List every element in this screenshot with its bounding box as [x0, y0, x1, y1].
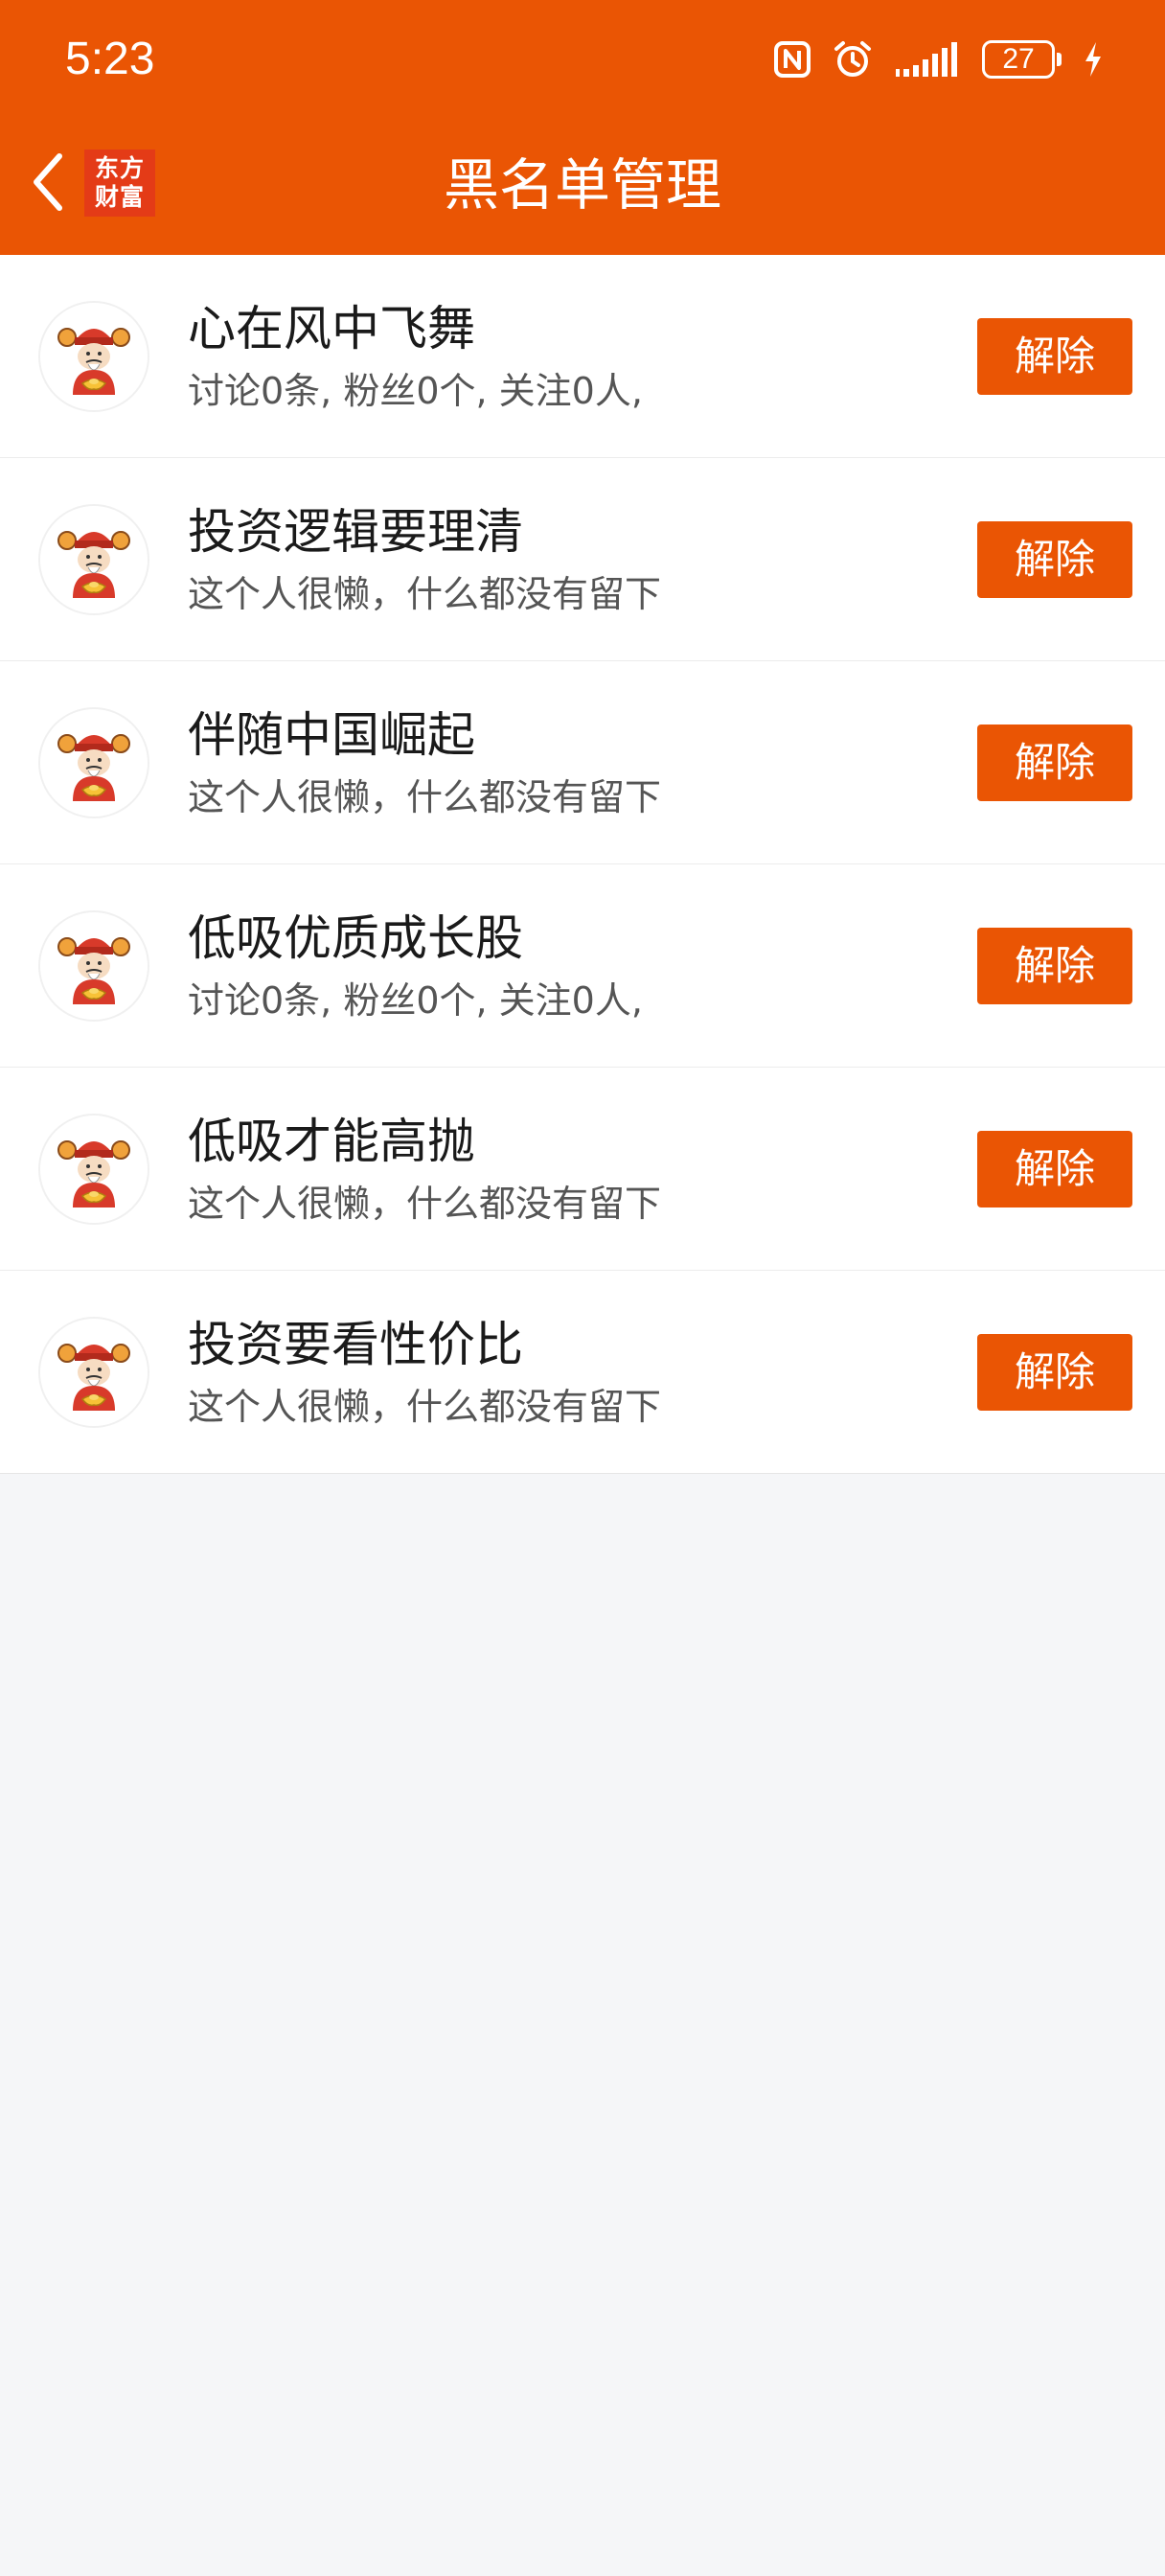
user-description: 这个人很懒，什么都没有留下 [188, 1183, 662, 1225]
status-icons: 27 [773, 34, 1104, 84]
list-item[interactable]: 低吸才能高抛这个人很懒，什么都没有留下 解除 [0, 1068, 1165, 1271]
battery-tip [1057, 53, 1062, 66]
avatar[interactable] [38, 301, 149, 412]
header: 5:23 27 东方 财富 黑名单管理 [0, 0, 1165, 255]
unblock-button[interactable]: 解除 [977, 318, 1132, 395]
list-item[interactable]: 投资要看性价比这个人很懒，什么都没有留下 解除 [0, 1271, 1165, 1474]
unblock-button[interactable]: 解除 [977, 1131, 1132, 1208]
user-name[interactable]: 投资要看性价比 [188, 1313, 523, 1376]
user-name[interactable]: 心在风中飞舞 [188, 297, 475, 360]
status-bar: 5:23 27 [0, 0, 1165, 119]
user-description: 这个人很懒，什么都没有留下 [188, 1386, 662, 1428]
unblock-button[interactable]: 解除 [977, 928, 1132, 1004]
user-description: 这个人很懒，什么都没有留下 [188, 776, 662, 818]
list-item[interactable]: 心在风中飞舞讨论0条, 粉丝0个, 关注0人, 解除 [0, 255, 1165, 458]
unblock-button[interactable]: 解除 [977, 724, 1132, 801]
user-description: 讨论0条, 粉丝0个, 关注0人, [188, 370, 643, 412]
avatar[interactable] [38, 1317, 149, 1428]
avatar[interactable] [38, 1114, 149, 1225]
alarm-icon [833, 39, 873, 80]
list-item[interactable]: 伴随中国崛起这个人很懒，什么都没有留下 解除 [0, 661, 1165, 864]
user-name[interactable]: 伴随中国崛起 [188, 703, 475, 767]
user-name[interactable]: 低吸才能高抛 [188, 1110, 475, 1173]
battery-icon: 27 [982, 40, 1062, 79]
nav-bar: 东方 财富 黑名单管理 [0, 119, 1165, 255]
charging-icon [1083, 40, 1104, 79]
user-description: 讨论0条, 粉丝0个, 关注0人, [188, 979, 643, 1022]
user-description: 这个人很懒，什么都没有留下 [188, 573, 662, 615]
page-title: 黑名单管理 [443, 152, 721, 218]
blacklist: 心在风中飞舞讨论0条, 粉丝0个, 关注0人, 解除 投资逻辑要理清这个人很懒，什… [0, 255, 1165, 1474]
list-item[interactable]: 投资逻辑要理清这个人很懒，什么都没有留下 解除 [0, 458, 1165, 661]
avatar[interactable] [38, 707, 149, 818]
avatar[interactable] [38, 910, 149, 1022]
user-name[interactable]: 低吸优质成长股 [188, 907, 523, 970]
list-item[interactable]: 低吸优质成长股讨论0条, 粉丝0个, 关注0人, 解除 [0, 864, 1165, 1068]
unblock-button[interactable]: 解除 [977, 1334, 1132, 1411]
signal-icon [894, 40, 961, 79]
battery-level: 27 [982, 40, 1055, 79]
user-name[interactable]: 投资逻辑要理清 [188, 500, 523, 564]
nfc-icon [773, 40, 811, 79]
avatar[interactable] [38, 504, 149, 615]
unblock-button[interactable]: 解除 [977, 521, 1132, 598]
status-time: 5:23 [65, 34, 155, 84]
